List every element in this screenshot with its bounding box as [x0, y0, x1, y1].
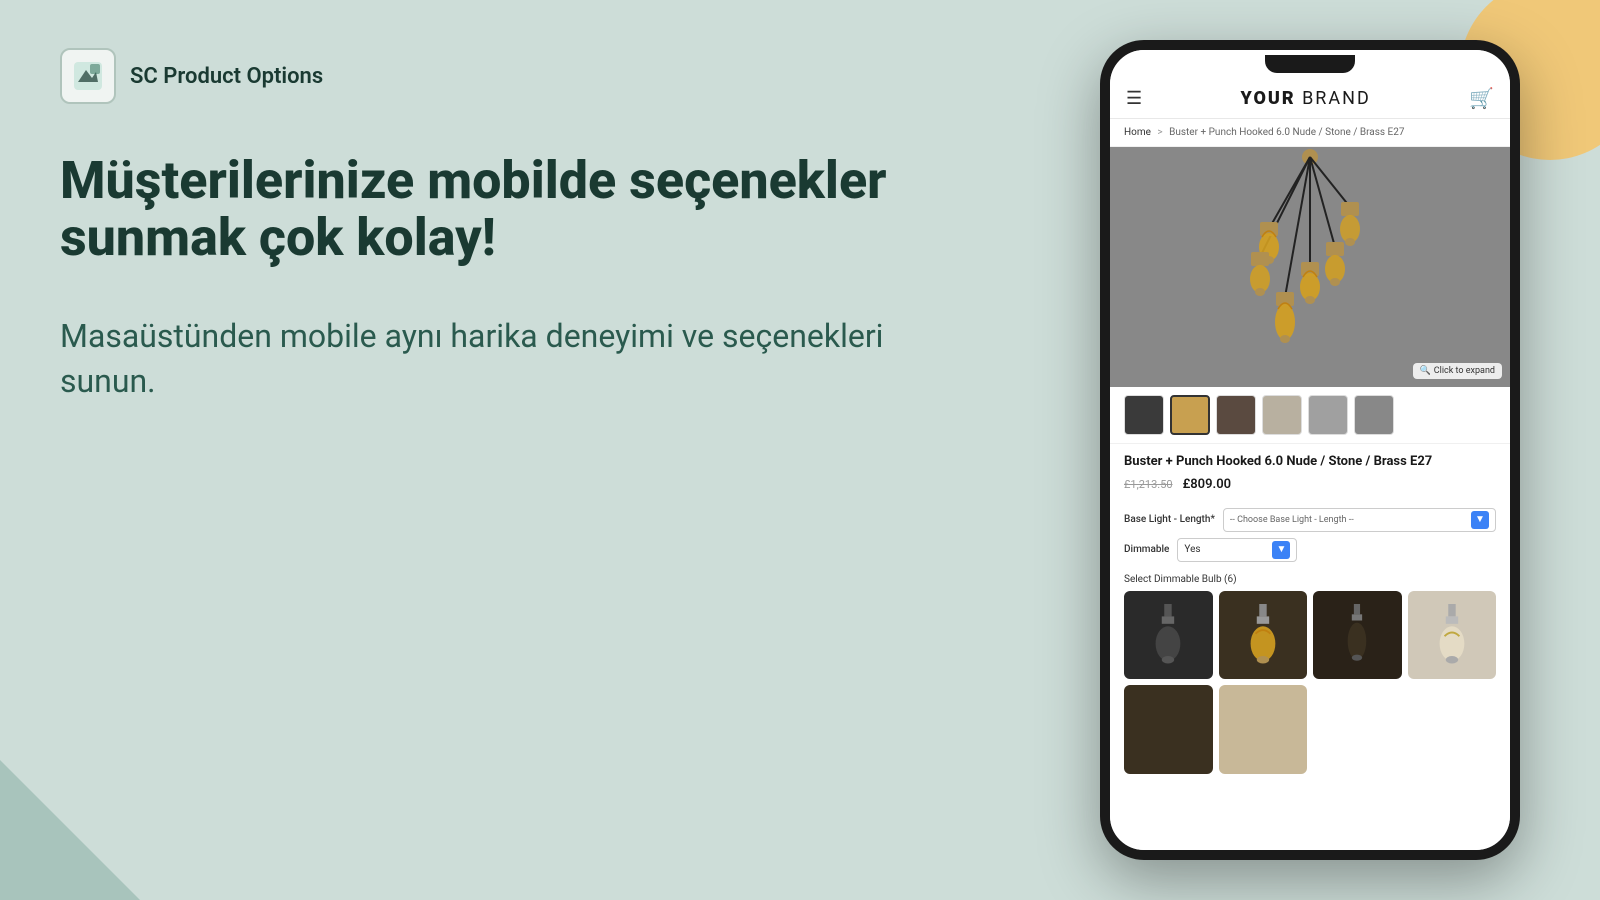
dimmable-arrow: ▼: [1272, 541, 1290, 559]
breadcrumb: Home > Buster + Punch Hooked 6.0 Nude / …: [1110, 119, 1510, 147]
product-title: Buster + Punch Hooked 6.0 Nude / Stone /…: [1124, 454, 1496, 471]
right-panel: ☰ YOUR BRAND 🛒 Home > Buster + Punch Hoo…: [1020, 0, 1600, 900]
dimmable-select[interactable]: Yes ▼: [1177, 538, 1297, 562]
price-sale: £809.00: [1183, 477, 1232, 492]
product-image-main[interactable]: 🔍 Click to expand: [1110, 147, 1510, 387]
thumb-3[interactable]: [1216, 395, 1256, 435]
left-panel: SC Product Options Müşterilerinize mobil…: [0, 0, 1020, 900]
options-area: Base Light - Length* -- Choose Base Ligh…: [1110, 508, 1510, 568]
hamburger-icon[interactable]: ☰: [1126, 88, 1142, 109]
option-dimmable-row: Dimmable Yes ▼: [1124, 538, 1496, 562]
bulb-option-3[interactable]: [1313, 591, 1402, 680]
option-base-light-row: Base Light - Length* -- Choose Base Ligh…: [1124, 508, 1496, 532]
app-logo-icon: [60, 48, 116, 104]
breadcrumb-sep: >: [1157, 127, 1162, 138]
phone-notch-bar: [1110, 50, 1510, 78]
bulb-section: Select Dimmable Bulb (6): [1110, 568, 1510, 686]
thumb-2[interactable]: [1170, 395, 1210, 435]
brand-name: YOUR BRAND: [1240, 88, 1370, 109]
subtext: Masaüstünden mobile aynı harika deneyimi…: [60, 314, 960, 404]
thumb-4[interactable]: [1262, 395, 1302, 435]
logo-area: SC Product Options: [60, 48, 960, 104]
breadcrumb-path: Buster + Punch Hooked 6.0 Nude / Stone /…: [1169, 127, 1404, 138]
click-to-expand[interactable]: 🔍 Click to expand: [1413, 363, 1502, 379]
bulb-option-4[interactable]: [1408, 591, 1497, 680]
base-light-select[interactable]: -- Choose Base Light - Length -- ▼: [1223, 508, 1496, 532]
thumb-5[interactable]: [1308, 395, 1348, 435]
shop-header: ☰ YOUR BRAND 🛒: [1110, 78, 1510, 119]
bulb-option-6[interactable]: [1219, 685, 1308, 774]
breadcrumb-home[interactable]: Home: [1124, 127, 1151, 138]
bulb-grid-bottom-row: [1110, 685, 1510, 780]
bulb-option-2[interactable]: [1219, 591, 1308, 680]
phone-content: Home > Buster + Punch Hooked 6.0 Nude / …: [1110, 119, 1510, 850]
thumbnail-row: [1110, 387, 1510, 444]
headline: Müşterilerinize mobilde seçenekler sunma…: [60, 152, 960, 266]
dimmable-label: Dimmable: [1124, 544, 1169, 555]
price-row: £1,213.50 £809.00: [1124, 477, 1496, 492]
base-light-label: Base Light - Length*: [1124, 514, 1215, 525]
phone-notch: [1265, 55, 1355, 73]
deco-triangle: [0, 760, 140, 900]
thumb-6[interactable]: [1354, 395, 1394, 435]
phone-mockup: ☰ YOUR BRAND 🛒 Home > Buster + Punch Hoo…: [1100, 40, 1520, 860]
bulb-grid: [1124, 591, 1496, 680]
thumb-1[interactable]: [1124, 395, 1164, 435]
app-name: SC Product Options: [130, 64, 323, 89]
bulb-section-title: Select Dimmable Bulb (6): [1124, 574, 1496, 585]
bulb-option-5[interactable]: [1124, 685, 1213, 774]
cart-icon[interactable]: 🛒: [1469, 86, 1494, 110]
bulb-option-1[interactable]: [1124, 591, 1213, 680]
product-image-container: 🔍 Click to expand: [1110, 147, 1510, 444]
base-light-arrow: ▼: [1471, 511, 1489, 529]
price-original: £1,213.50: [1124, 478, 1173, 491]
product-info: Buster + Punch Hooked 6.0 Nude / Stone /…: [1110, 444, 1510, 508]
magnify-icon: 🔍: [1420, 366, 1431, 376]
